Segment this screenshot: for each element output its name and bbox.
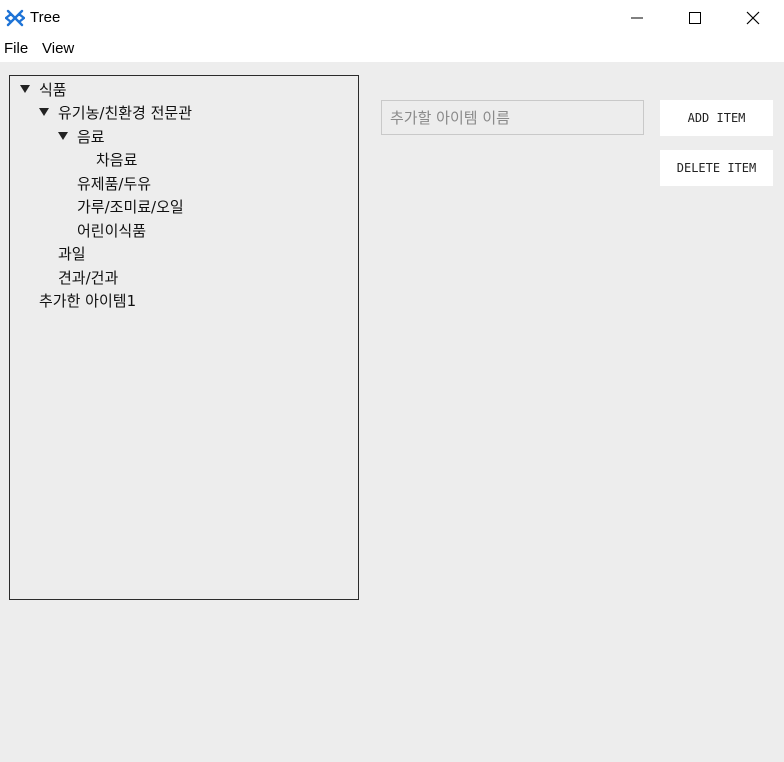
tree-app-icon [5, 9, 25, 27]
expand-arrow-icon[interactable] [20, 85, 30, 93]
tree-node-label: 추가한 아이템1 [39, 291, 137, 310]
minimize-button[interactable] [608, 0, 666, 36]
tree-node[interactable]: 차음료 [96, 149, 137, 169]
tree-node-label: 가루/조미료/오일 [77, 197, 184, 216]
tree-node[interactable]: 추가한 아이템1 [39, 290, 136, 310]
tree-node-label: 차음료 [96, 150, 138, 169]
window-title: Tree [30, 9, 61, 26]
tree-node[interactable]: 견과/건과 [58, 267, 118, 287]
tree-view[interactable]: 식품 유기농/친환경 전문관 음료 차음료 유제품/두유 가루/조미료/오일 어… [9, 75, 359, 600]
menu-view[interactable]: View [42, 40, 74, 57]
tree-node-label: 음료 [77, 127, 105, 146]
tree-node-label: 과일 [58, 244, 86, 263]
minimize-icon [631, 17, 643, 19]
tree-node[interactable]: 유기농/친환경 전문관 [39, 102, 192, 122]
expand-arrow-icon[interactable] [58, 132, 68, 140]
menu-bar: File View [0, 36, 784, 62]
item-name-input[interactable] [381, 100, 644, 135]
tree-node[interactable]: 가루/조미료/오일 [77, 196, 184, 216]
tree-node[interactable]: 식품 [20, 79, 67, 99]
tree-node[interactable]: 과일 [58, 243, 86, 263]
delete-item-button[interactable]: DELETE ITEM [660, 150, 773, 186]
add-item-button[interactable]: ADD ITEM [660, 100, 773, 136]
tree-node-label: 견과/건과 [58, 268, 119, 287]
tree-node[interactable]: 음료 [58, 126, 105, 146]
tree-node-label: 유제품/두유 [77, 174, 152, 193]
close-icon [746, 11, 760, 25]
menu-file[interactable]: File [4, 40, 28, 57]
close-button[interactable] [724, 0, 782, 36]
title-bar: Tree [0, 0, 784, 36]
tree-node-label: 유기농/친환경 전문관 [58, 103, 193, 122]
tree-node-label: 어린이식품 [77, 221, 147, 240]
expand-arrow-icon[interactable] [39, 108, 49, 116]
maximize-icon [689, 12, 701, 24]
tree-node-label: 식품 [39, 80, 67, 99]
tree-node[interactable]: 유제품/두유 [77, 173, 151, 193]
tree-node[interactable]: 어린이식품 [77, 220, 146, 240]
maximize-button[interactable] [666, 0, 724, 36]
